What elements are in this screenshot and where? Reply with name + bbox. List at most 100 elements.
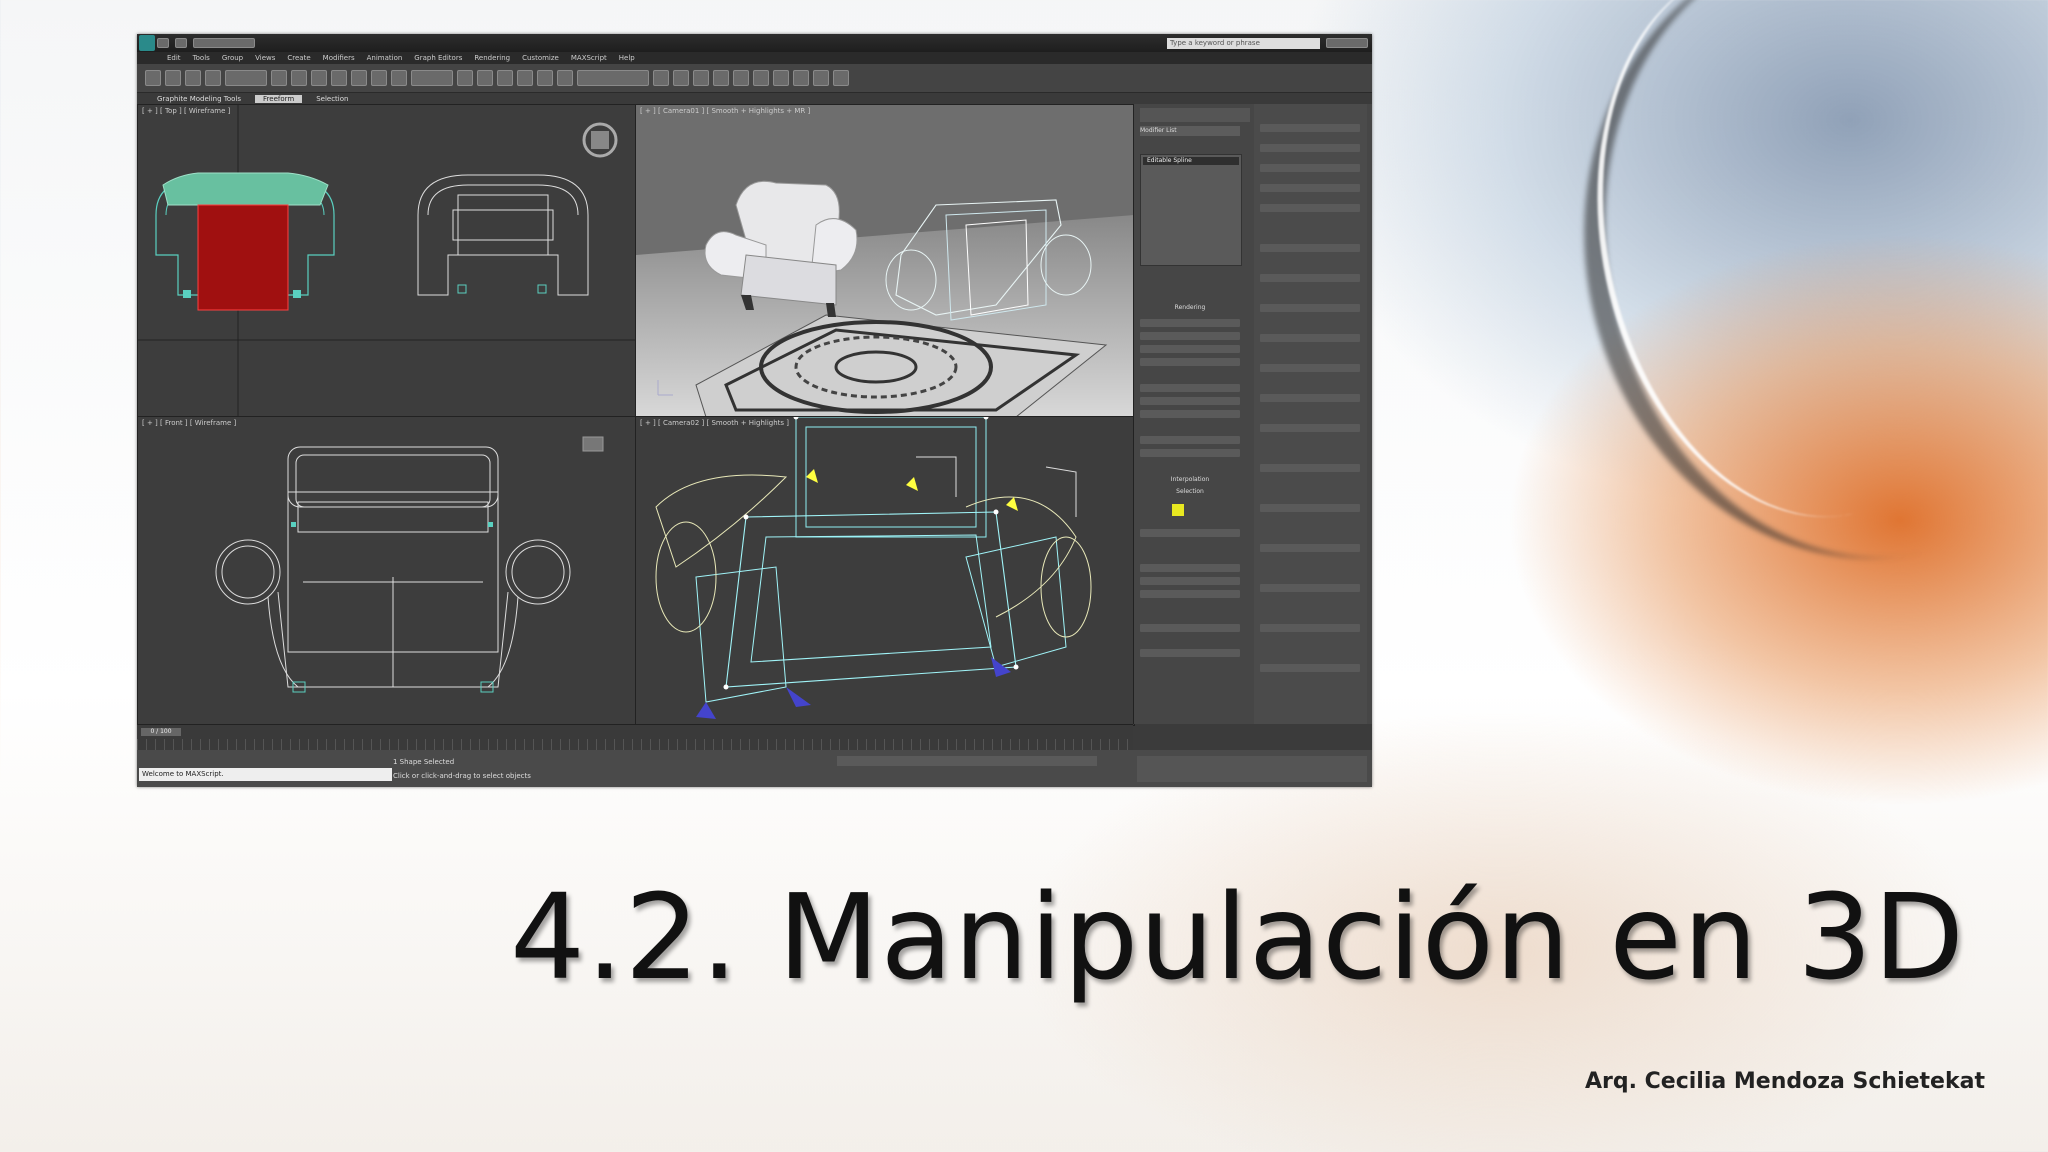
- schematic-view-icon[interactable]: [753, 70, 769, 86]
- command-panel-tabs[interactable]: [1140, 108, 1250, 122]
- select-by-name-icon[interactable]: [291, 70, 307, 86]
- material-editor-icon[interactable]: [773, 70, 789, 86]
- viewport-perspective[interactable]: [ + ] [ Camera01 ] [ Smooth + Highlights…: [635, 104, 1135, 418]
- pivot-icon[interactable]: [457, 70, 473, 86]
- mirror-icon[interactable]: [653, 70, 669, 86]
- maxscript-listener[interactable]: Welcome to MAXScript.: [139, 768, 392, 781]
- coordinate-fields[interactable]: [837, 756, 1097, 766]
- rollout-row[interactable]: [1140, 410, 1240, 418]
- menu-item[interactable]: MAXScript: [571, 54, 607, 62]
- rollout-row[interactable]: [1260, 144, 1360, 152]
- menu-item[interactable]: Tools: [193, 54, 210, 62]
- menu-item[interactable]: Group: [222, 54, 243, 62]
- rollout-row[interactable]: [1260, 464, 1360, 472]
- app-logo-icon[interactable]: [139, 35, 155, 51]
- snap-icon[interactable]: [497, 70, 513, 86]
- menu-item[interactable]: Animation: [367, 54, 403, 62]
- rollout-row[interactable]: [1260, 184, 1360, 192]
- menu-item[interactable]: Help: [619, 54, 635, 62]
- rollout-row[interactable]: [1140, 529, 1240, 537]
- rollout-row[interactable]: [1260, 274, 1360, 282]
- region-select-icon[interactable]: [311, 70, 327, 86]
- viewport-camera02[interactable]: [ + ] [ Camera02 ] [ Smooth + Highlights…: [635, 416, 1135, 726]
- rollout-row[interactable]: [1260, 504, 1360, 512]
- playback-controls[interactable]: [1137, 756, 1367, 782]
- redo-icon[interactable]: [165, 70, 181, 86]
- quick-access-icon[interactable]: [157, 38, 169, 48]
- rollout-row[interactable]: [1260, 364, 1360, 372]
- rollout-row[interactable]: [1260, 544, 1360, 552]
- rollout-row[interactable]: [1140, 358, 1240, 366]
- unlink-icon[interactable]: [205, 70, 221, 86]
- menu-item[interactable]: Modifiers: [323, 54, 355, 62]
- rollout-row[interactable]: [1140, 649, 1240, 657]
- align-icon[interactable]: [673, 70, 689, 86]
- rollout-header[interactable]: Interpolation: [1140, 476, 1240, 486]
- menu-item[interactable]: Create: [287, 54, 310, 62]
- menu-item[interactable]: Views: [255, 54, 275, 62]
- rollout-row[interactable]: [1140, 449, 1240, 457]
- modifier-stack[interactable]: Editable Spline: [1140, 154, 1242, 266]
- rollout-row[interactable]: [1260, 394, 1360, 402]
- angle-snap-icon[interactable]: [517, 70, 533, 86]
- rollout-row[interactable]: [1140, 345, 1240, 353]
- menu-item[interactable]: Customize: [522, 54, 559, 62]
- rollout-row[interactable]: [1140, 624, 1240, 632]
- move-icon[interactable]: [351, 70, 367, 86]
- search-input[interactable]: Type a keyword or phrase: [1167, 37, 1320, 49]
- rollout-row[interactable]: [1140, 590, 1240, 598]
- rollout-row[interactable]: [1140, 436, 1240, 444]
- rollout-row[interactable]: [1260, 584, 1360, 592]
- rollout-row[interactable]: [1260, 424, 1360, 432]
- rollout-row[interactable]: [1260, 204, 1360, 212]
- modifier-list-dropdown[interactable]: Modifier List: [1140, 126, 1240, 136]
- spinner-snap-icon[interactable]: [557, 70, 573, 86]
- rollout-row[interactable]: [1140, 577, 1240, 585]
- window-crossing-icon[interactable]: [331, 70, 347, 86]
- rollout-row[interactable]: [1260, 624, 1360, 632]
- workspace-dropdown[interactable]: [193, 38, 255, 48]
- rollout-row[interactable]: [1260, 124, 1360, 132]
- render-icon[interactable]: [833, 70, 849, 86]
- stack-item[interactable]: Editable Spline: [1143, 157, 1239, 165]
- scale-icon[interactable]: [391, 70, 407, 86]
- rollout-row[interactable]: [1260, 164, 1360, 172]
- window-controls[interactable]: [1326, 38, 1368, 48]
- menu-item[interactable]: Rendering: [474, 54, 510, 62]
- rollout-row[interactable]: [1140, 332, 1240, 340]
- percent-snap-icon[interactable]: [537, 70, 553, 86]
- vertex-select-icon[interactable]: [1172, 504, 1184, 516]
- rollout-header[interactable]: Selection: [1140, 488, 1240, 498]
- viewport-top[interactable]: [ + ] [ Top ] [ Wireframe ]: [137, 104, 637, 418]
- rollout-row[interactable]: [1260, 304, 1360, 312]
- time-slider[interactable]: 0 / 100: [137, 724, 1133, 751]
- rollout-row[interactable]: [1140, 397, 1240, 405]
- rollout-row[interactable]: [1260, 334, 1360, 342]
- layer-manager-icon[interactable]: [693, 70, 709, 86]
- manipulate-icon[interactable]: [477, 70, 493, 86]
- tab-selection[interactable]: Selection: [316, 95, 348, 103]
- curve-editor-icon[interactable]: [733, 70, 749, 86]
- render-setup-icon[interactable]: [793, 70, 809, 86]
- rollout-row[interactable]: [1140, 564, 1240, 572]
- quick-access-icon[interactable]: [175, 38, 187, 48]
- named-selection-dropdown[interactable]: [577, 70, 649, 86]
- rollout-row[interactable]: [1140, 384, 1240, 392]
- link-icon[interactable]: [185, 70, 201, 86]
- graphite-toggle-icon[interactable]: [713, 70, 729, 86]
- menu-item[interactable]: Edit: [167, 54, 181, 62]
- rendered-frame-icon[interactable]: [813, 70, 829, 86]
- ribbon-title[interactable]: Graphite Modeling Tools: [157, 95, 241, 103]
- reference-coordinate-dropdown[interactable]: [411, 70, 453, 86]
- rollout-row[interactable]: [1140, 319, 1240, 327]
- undo-icon[interactable]: [145, 70, 161, 86]
- rotate-icon[interactable]: [371, 70, 387, 86]
- rollout-row[interactable]: [1260, 664, 1360, 672]
- rollout-header[interactable]: Rendering: [1140, 304, 1240, 314]
- rollout-row[interactable]: [1260, 244, 1360, 252]
- select-object-icon[interactable]: [271, 70, 287, 86]
- viewport-front[interactable]: [ + ] [ Front ] [ Wireframe ]: [137, 416, 637, 726]
- selection-filter-dropdown[interactable]: [225, 70, 267, 86]
- tab-freeform[interactable]: Freeform: [255, 95, 303, 103]
- frame-indicator[interactable]: 0 / 100: [141, 728, 181, 736]
